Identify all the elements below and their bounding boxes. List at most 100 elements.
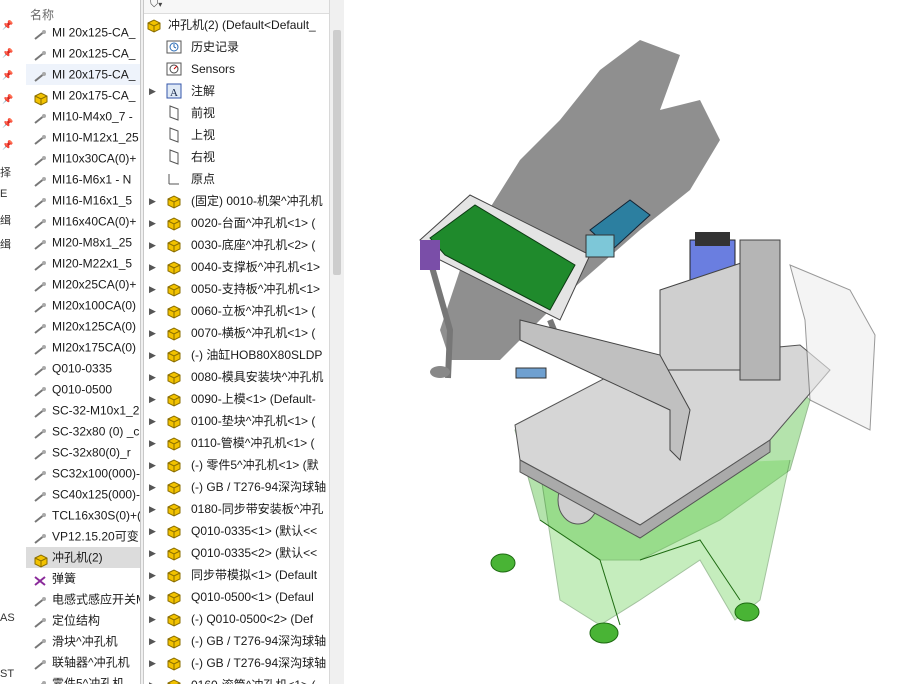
tree-item[interactable]: ▶ 0100-垫块^冲孔机<1> ( <box>144 410 329 432</box>
tree-item[interactable]: ▶ (固定) 0010-机架^冲孔机 <box>144 190 329 212</box>
expand-arrow-icon[interactable]: ▶ <box>149 410 156 432</box>
file-list-item[interactable]: MI16x40CA(0)+ <box>26 211 140 232</box>
tree-item[interactable]: ▶ A 注解 <box>144 80 329 102</box>
expand-arrow-icon[interactable]: ▶ <box>149 564 156 586</box>
pin-icon[interactable]: 📌 <box>2 20 13 31</box>
expand-arrow-icon[interactable]: ▶ <box>149 586 156 608</box>
file-list-item[interactable]: MI20x175CA(0) <box>26 337 140 358</box>
expand-arrow-icon[interactable]: ▶ <box>149 388 156 410</box>
file-list-item[interactable]: 弹簧 <box>26 568 140 589</box>
expand-arrow-icon[interactable]: ▶ <box>149 652 156 674</box>
tree-scrollbar[interactable] <box>329 0 345 684</box>
tree-item[interactable]: Sensors <box>144 58 329 80</box>
pin-icon[interactable]: 📌 <box>2 118 13 129</box>
expand-arrow-icon[interactable]: ▶ <box>149 454 156 476</box>
file-list-item[interactable]: SC32x100(000)- <box>26 463 140 484</box>
pin-icon[interactable]: 📌 <box>2 94 13 105</box>
expand-arrow-icon[interactable]: ▶ <box>149 190 156 212</box>
expand-arrow-icon[interactable]: ▶ <box>149 278 156 300</box>
file-list-item[interactable]: SC-32x80 (0) _c <box>26 421 140 442</box>
expand-arrow-icon[interactable]: ▶ <box>149 366 156 388</box>
expand-arrow-icon[interactable]: ▶ <box>149 256 156 278</box>
tree-item[interactable]: ▶ (-) GB / T276-94深沟球轴 <box>144 652 329 674</box>
file-list-item[interactable]: MI16-M6x1 - N <box>26 169 140 190</box>
tree-item[interactable]: ▶ 0110-管模^冲孔机<1> ( <box>144 432 329 454</box>
expand-arrow-icon[interactable]: ▶ <box>149 498 156 520</box>
file-list-item[interactable]: SC-32-M10x1_2 <box>26 400 140 421</box>
file-list-item[interactable]: MI20x100CA(0) <box>26 295 140 316</box>
tree-item[interactable]: ▶ (-) 油缸HOB80X80SLDP <box>144 344 329 366</box>
file-list-item[interactable]: MI10-M12x1_25 <box>26 127 140 148</box>
file-list-item[interactable]: 定位结构 <box>26 610 140 631</box>
expand-arrow-icon[interactable]: ▶ <box>149 476 156 498</box>
component-icon <box>166 325 182 341</box>
expand-arrow-icon[interactable]: ▶ <box>149 542 156 564</box>
tree-item[interactable]: 原点 <box>144 168 329 190</box>
expand-arrow-icon[interactable]: ▶ <box>149 608 156 630</box>
tree-item[interactable]: ▶ 0090-上模<1> (Default- <box>144 388 329 410</box>
file-list-item[interactable]: MI20x25CA(0)+ <box>26 274 140 295</box>
expand-arrow-icon[interactable]: ▶ <box>149 300 156 322</box>
file-list-item[interactable]: MI10-M4x0_7 - <box>26 106 140 127</box>
tree-item[interactable]: ▶ (-) Q010-0500<2> (Def <box>144 608 329 630</box>
tree-item[interactable]: ▶ 0080-模具安装块^冲孔机 <box>144 366 329 388</box>
expand-arrow-icon[interactable]: ▶ <box>149 234 156 256</box>
tree-item[interactable]: ▶ (-) GB / T276-94深沟球轴 <box>144 476 329 498</box>
tree-item[interactable]: ▶ 0030-底座^冲孔机<2> ( <box>144 234 329 256</box>
tree-item[interactable]: ▶ 0040-支撑板^冲孔机<1> <box>144 256 329 278</box>
scrollbar-thumb[interactable] <box>333 30 341 275</box>
tree-item[interactable]: ▶ 0050-支持板^冲孔机<1> <box>144 278 329 300</box>
file-list-item[interactable]: 联轴器^冲孔机 <box>26 652 140 673</box>
file-list-item[interactable]: 滑块^冲孔机 <box>26 631 140 652</box>
graphics-viewport[interactable] <box>344 0 914 684</box>
expand-arrow-icon[interactable]: ▶ <box>149 212 156 234</box>
file-list-item[interactable]: VP12.15.20可变 <box>26 526 140 547</box>
file-list-item[interactable]: SC-32x80(0)_r <box>26 442 140 463</box>
tree-item[interactable]: 右视 <box>144 146 329 168</box>
file-list-item[interactable]: 零件5^冲孔机 <box>26 673 140 684</box>
tree-item[interactable]: ▶ (-) GB / T276-94深沟球轴 <box>144 630 329 652</box>
file-list-item[interactable]: MI16-M16x1_5 <box>26 190 140 211</box>
file-list-item[interactable]: MI20-M8x1_25 <box>26 232 140 253</box>
filter-icon[interactable]: ⛉▾ <box>150 0 162 11</box>
file-list-item[interactable]: MI20-M22x1_5 <box>26 253 140 274</box>
expand-arrow-icon[interactable]: ▶ <box>149 80 156 102</box>
tree-item[interactable]: ▶ Q010-0335<2> (默认<< <box>144 542 329 564</box>
expand-arrow-icon[interactable]: ▶ <box>149 322 156 344</box>
tree-item[interactable]: ▶ 0180-同步带安装板^冲孔 <box>144 498 329 520</box>
tree-item[interactable]: ▶ 0060-立板^冲孔机<1> ( <box>144 300 329 322</box>
file-list-item[interactable]: SC40x125(000)- <box>26 484 140 505</box>
tree-item[interactable]: ▶ 同步带模拟<1> (Default <box>144 564 329 586</box>
file-list-item[interactable]: MI 20x125-CA_ <box>26 22 140 43</box>
tree-item[interactable]: ▶ 0070-横板^冲孔机<1> ( <box>144 322 329 344</box>
tree-filter-bar[interactable]: ⛉▾ <box>144 0 329 14</box>
tree-item[interactable]: ▶ 0160-滚筒^冲孔机<1> ( <box>144 674 329 684</box>
tree-item[interactable]: 前视 <box>144 102 329 124</box>
pin-icon[interactable]: 📌 <box>2 70 13 81</box>
file-list-item[interactable]: MI 20x175-CA_ <box>26 85 140 106</box>
file-list-item[interactable]: MI 20x175-CA_ <box>26 64 140 85</box>
tree-item[interactable]: ▶ Q010-0500<1> (Defaul <box>144 586 329 608</box>
file-list-item[interactable]: MI10x30CA(0)+ <box>26 148 140 169</box>
name-column-header[interactable]: 名称 <box>30 6 54 23</box>
file-list-item[interactable]: TCL16x30S(0)+( <box>26 505 140 526</box>
tree-item[interactable]: ▶ (-) 零件5^冲孔机<1> (默 <box>144 454 329 476</box>
file-list-item[interactable]: Q010-0500 <box>26 379 140 400</box>
pin-icon[interactable]: 📌 <box>2 140 13 151</box>
expand-arrow-icon[interactable]: ▶ <box>149 630 156 652</box>
expand-arrow-icon[interactable]: ▶ <box>149 520 156 542</box>
file-list-item[interactable]: 冲孔机(2) <box>26 547 140 568</box>
tree-root-item[interactable]: 冲孔机(2) (Default<Default_ <box>144 14 329 36</box>
file-list-item[interactable]: Q010-0335 <box>26 358 140 379</box>
tree-item[interactable]: ▶ Q010-0335<1> (默认<< <box>144 520 329 542</box>
expand-arrow-icon[interactable]: ▶ <box>149 344 156 366</box>
tree-item[interactable]: ▶ 0020-台面^冲孔机<1> ( <box>144 212 329 234</box>
file-list-item[interactable]: MI20x125CA(0) <box>26 316 140 337</box>
file-list-item[interactable]: MI 20x125-CA_ <box>26 43 140 64</box>
expand-arrow-icon[interactable]: ▶ <box>149 432 156 454</box>
tree-item[interactable]: 历史记录 <box>144 36 329 58</box>
pin-icon[interactable]: 📌 <box>2 48 13 59</box>
expand-arrow-icon[interactable]: ▶ <box>149 674 156 684</box>
file-list-item[interactable]: 电感式感应开关M <box>26 589 140 610</box>
tree-item[interactable]: 上视 <box>144 124 329 146</box>
